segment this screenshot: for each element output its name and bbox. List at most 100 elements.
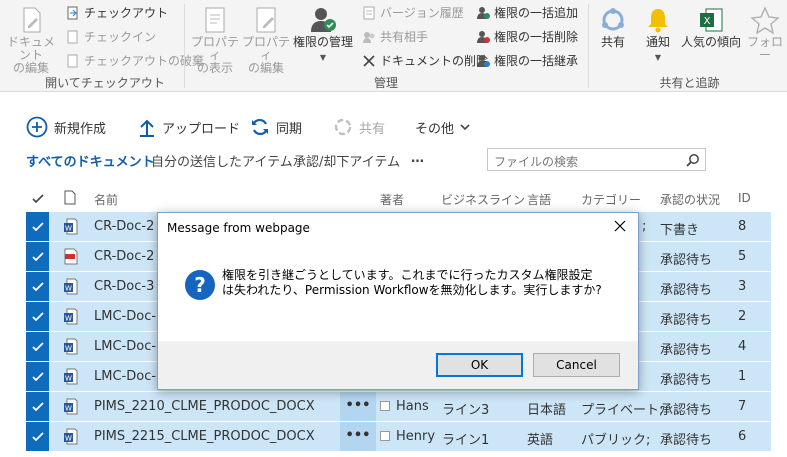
shared-with-button[interactable]: 共有相手: [362, 28, 428, 46]
svg-text:X: X: [704, 16, 711, 27]
edit-properties-button[interactable]: プロパティ の編集: [241, 6, 291, 75]
row-name-link[interactable]: LMC-Doc-: [94, 369, 156, 384]
row-language: 英語: [527, 433, 554, 448]
excel-icon: X: [700, 8, 723, 32]
svg-text:W: W: [65, 435, 72, 443]
row-name-link[interactable]: CR-Doc-2: [94, 249, 154, 264]
new-button[interactable]: 新規作成: [26, 116, 106, 138]
row-checkbox[interactable]: [26, 422, 49, 451]
popularity-trends-button[interactable]: X 人気の傾向: [680, 6, 742, 49]
close-icon[interactable]: [612, 218, 628, 234]
alert-me-button[interactable]: 通知 ▼: [638, 6, 678, 64]
row-more-button[interactable]: •••: [340, 422, 376, 451]
version-history-icon: [363, 6, 375, 20]
word-file-icon: W: [64, 368, 78, 385]
bulk-add-permissions-button[interactable]: 権限の一括追加: [476, 4, 578, 22]
checkin-label: チェックイン: [84, 30, 157, 44]
checkin-icon: [67, 30, 78, 44]
dialog-footer: OK Cancel: [158, 341, 638, 389]
col-language[interactable]: 言語: [527, 191, 551, 208]
share-ribbon-label: 共有: [600, 35, 625, 49]
row-name-link[interactable]: LMC-Doc-: [94, 309, 156, 324]
checkin-button[interactable]: チェックイン: [66, 28, 156, 46]
row-checkbox[interactable]: [26, 212, 49, 241]
word-file-icon: W: [64, 398, 78, 415]
view-properties-button[interactable]: プロパティ の表示: [190, 6, 240, 75]
select-all-checkmark-icon[interactable]: [32, 194, 44, 204]
row-id: 4: [738, 339, 747, 354]
row-name-link[interactable]: PIMS_2215_CLME_PRODOC_DOCX: [94, 429, 315, 444]
table-row[interactable]: W PIMS_2215_CLME_PRODOC_DOCX ••• Henry ライン1 英…: [26, 422, 771, 452]
word-file-icon: W: [64, 338, 78, 355]
views-more-button[interactable]: …: [411, 151, 424, 169]
row-id: 6: [738, 429, 747, 444]
checkmark-icon: [32, 372, 44, 382]
col-name[interactable]: 名前: [94, 191, 118, 208]
follow-label: フォロー: [746, 35, 783, 62]
cancel-button[interactable]: Cancel: [533, 353, 620, 377]
share-label: 共有: [359, 121, 386, 137]
manage-permissions-button[interactable]: 権限の管理 ▼: [292, 6, 354, 64]
sync-label: 同期: [276, 121, 303, 137]
row-checkbox[interactable]: [26, 302, 49, 331]
view-approve-reject[interactable]: 承認/却下アイテム: [293, 151, 400, 170]
col-id[interactable]: ID: [738, 191, 751, 205]
search-input[interactable]: ファイルの検索: [487, 148, 706, 171]
row-name-link[interactable]: CR-Doc-2: [94, 219, 154, 234]
share-button[interactable]: 共有: [333, 116, 385, 138]
edit-document-icon: [23, 7, 41, 33]
view-my-submissions[interactable]: 自分の送信したアイテム: [151, 151, 293, 170]
question-icon: ?: [185, 270, 215, 300]
discard-checkout-icon: [67, 54, 78, 68]
row-category: パブリック;: [581, 433, 651, 448]
row-checkbox[interactable]: [26, 242, 49, 271]
svg-text:?: ?: [194, 273, 206, 297]
col-approval[interactable]: 承認の状況: [660, 191, 720, 208]
group-divider: [588, 4, 589, 88]
edit-document-button[interactable]: ドキュメント の編集: [4, 6, 58, 75]
row-name-link[interactable]: LMC-Doc-: [94, 339, 156, 354]
svg-text:W: W: [65, 285, 72, 293]
ok-button[interactable]: OK: [436, 353, 523, 377]
row-checkbox[interactable]: [26, 392, 49, 421]
version-history-button[interactable]: バージョン履歴: [362, 4, 464, 22]
more-button[interactable]: その他: [415, 116, 472, 138]
row-name-link[interactable]: PIMS_2210_CLME_PRODOC_DOCX: [94, 399, 315, 414]
delete-document-button[interactable]: ドキュメントの削除: [362, 52, 488, 70]
row-more-button[interactable]: •••: [340, 392, 376, 421]
col-business-line[interactable]: ビジネスライン: [441, 191, 525, 208]
alert-me-label: 通知: [645, 35, 670, 49]
chevron-down-icon: ▼: [654, 53, 662, 62]
checkout-icon: [67, 6, 78, 20]
row-id: 5: [738, 249, 747, 264]
row-checkbox[interactable]: [26, 362, 49, 391]
checkout-label: チェックアウト: [84, 6, 169, 20]
sync-button[interactable]: 同期: [250, 116, 302, 138]
word-file-icon: W: [64, 278, 78, 295]
search-icon[interactable]: [686, 153, 700, 167]
share-ribbon-button[interactable]: 共有: [592, 6, 634, 49]
author-presence-box: [380, 431, 390, 441]
upload-button[interactable]: アップロード: [138, 116, 240, 138]
word-file-icon: W: [64, 308, 78, 325]
star-icon: [750, 6, 780, 34]
row-checkbox[interactable]: [26, 272, 49, 301]
version-history-label: バージョン履歴: [380, 6, 464, 20]
table-row[interactable]: W PIMS_2210_CLME_PRODOC_DOCX ••• Hans ライン3 日本…: [26, 392, 771, 422]
checkout-button[interactable]: チェックアウト: [66, 4, 168, 22]
view-all-documents[interactable]: すべてのドキュメント: [26, 151, 155, 170]
group-label-share-track: 共有と追跡: [659, 76, 720, 90]
popularity-trends-label: 人気の傾向: [680, 35, 741, 49]
follow-button[interactable]: フォロー: [744, 6, 786, 62]
col-category[interactable]: カテゴリー: [581, 191, 641, 208]
row-checkbox[interactable]: [26, 332, 49, 361]
bulk-inherit-permissions-button[interactable]: 権限の一括継承: [476, 52, 578, 70]
bulk-delete-permissions-button[interactable]: 権限の一括削除: [476, 28, 578, 46]
bulk-add-permissions-label: 権限の一括追加: [494, 6, 579, 20]
row-name-link[interactable]: CR-Doc-3: [94, 279, 154, 294]
permissions-icon: [311, 8, 336, 32]
col-author[interactable]: 著者: [380, 191, 404, 208]
checkmark-icon: [32, 312, 44, 322]
row-author: Hans: [396, 399, 429, 414]
manage-permissions-label: 権限の管理: [292, 35, 353, 49]
